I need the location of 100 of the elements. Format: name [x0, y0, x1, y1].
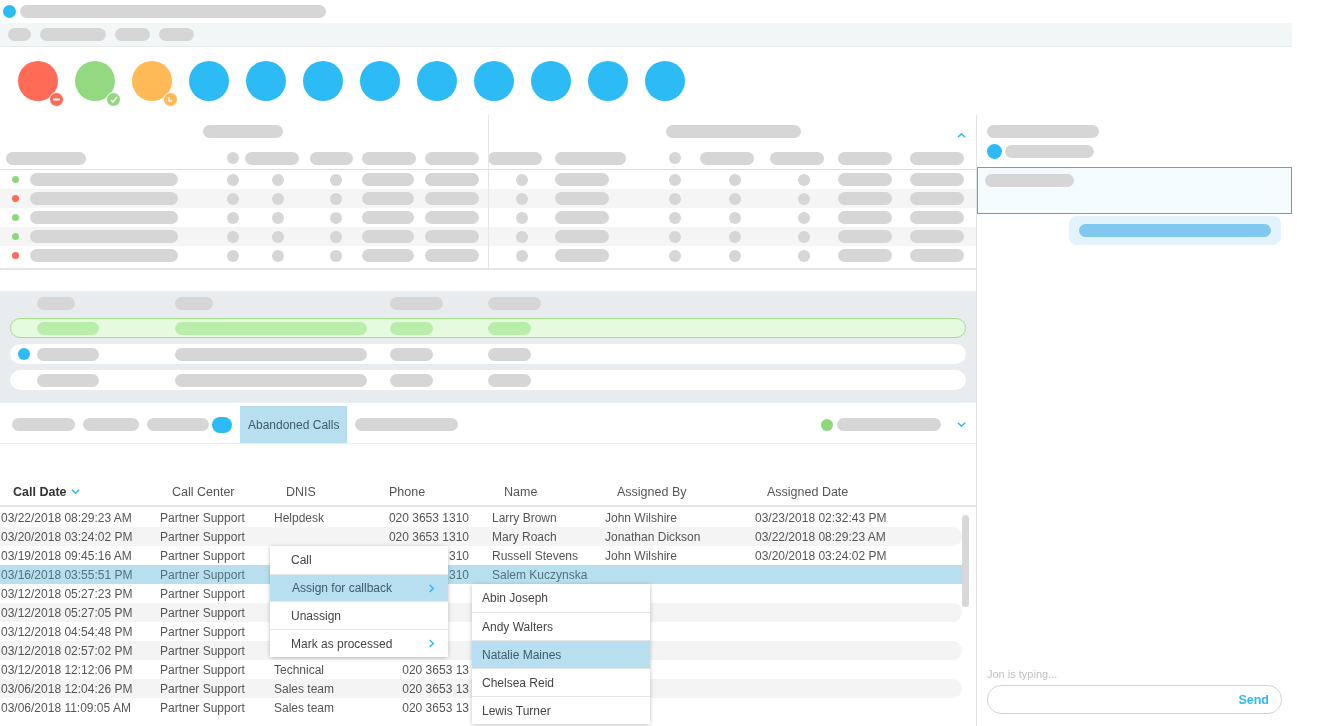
- table-cell[interactable]: 020 3653 13: [377, 662, 469, 677]
- tab[interactable]: Abandoned Calls: [240, 406, 348, 443]
- placeholder-dot: [798, 211, 810, 224]
- table-cell[interactable]: Sales team: [274, 700, 377, 715]
- menu-item[interactable]: Chelsea Reid: [472, 668, 650, 696]
- queue-row[interactable]: [10, 318, 966, 338]
- table-cell[interactable]: John Wilshire: [605, 548, 755, 563]
- table-cell[interactable]: 03/12/2018 02:57:02 PM: [1, 643, 160, 658]
- placeholder-dot: [271, 249, 284, 262]
- table-cell[interactable]: Partner Support: [160, 510, 274, 525]
- placeholder-bar: [910, 249, 964, 262]
- menu-item[interactable]: Unassign: [270, 601, 448, 629]
- table-cell[interactable]: 03/06/2018 12:04:26 PM: [1, 681, 160, 696]
- table-cell[interactable]: Partner Support: [160, 529, 274, 544]
- table-cell[interactable]: Partner Support: [160, 681, 274, 696]
- column-header[interactable]: Assigned By: [617, 484, 767, 499]
- status-dot: [821, 418, 833, 431]
- table-cell[interactable]: Helpdesk: [274, 510, 377, 525]
- placeholder-bar: [555, 230, 609, 243]
- table-cell[interactable]: 03/20/2018 03:24:02 PM: [1, 529, 160, 544]
- placeholder-bar: [147, 418, 209, 431]
- scrollbar[interactable]: [962, 515, 969, 607]
- menu-item[interactable]: Lewis Turner: [472, 696, 650, 724]
- table-cell[interactable]: Sales team: [274, 681, 377, 696]
- placeholder-bar: [838, 151, 892, 165]
- placeholder-dot: [330, 249, 342, 262]
- placeholder-bar: [40, 28, 106, 41]
- table-cell[interactable]: 03/22/2018 08:29:23 AM: [755, 529, 962, 544]
- caret-up-icon: [957, 131, 966, 140]
- table-cell[interactable]: 03/06/2018 11:09:05 AM: [1, 700, 160, 715]
- menu-item[interactable]: Mark as processed: [270, 629, 448, 657]
- avatar[interactable]: [588, 61, 628, 101]
- conversation-item[interactable]: [977, 167, 1292, 214]
- placeholder-bar: [910, 151, 964, 165]
- queue-row[interactable]: [10, 344, 966, 364]
- placeholder-bar: [362, 151, 416, 165]
- table-cell[interactable]: 020 3653 13: [377, 681, 469, 696]
- menu-item[interactable]: Call: [270, 546, 448, 574]
- placeholder-dot: [226, 173, 239, 186]
- placeholder-bar: [838, 211, 892, 224]
- placeholder-bar: [910, 211, 964, 224]
- table-cell[interactable]: 03/22/2018 08:29:23 AM: [1, 510, 160, 525]
- table-cell[interactable]: 03/19/2018 09:45:16 AM: [1, 548, 160, 563]
- placeholder-bar: [838, 192, 892, 205]
- placeholder-bar: [838, 173, 892, 186]
- table-cell[interactable]: 03/23/2018 02:32:43 PM: [755, 510, 962, 525]
- placeholder-dot: [271, 173, 284, 186]
- avatar[interactable]: [360, 61, 400, 101]
- column-header[interactable]: Name: [504, 484, 617, 499]
- table-cell[interactable]: 03/12/2018 04:54:48 PM: [1, 624, 160, 639]
- table-cell[interactable]: 03/12/2018 05:27:05 PM: [1, 605, 160, 620]
- column-header[interactable]: Assigned Date: [767, 484, 976, 499]
- table-cell[interactable]: 03/12/2018 12:12:06 PM: [1, 662, 160, 677]
- avatar[interactable]: [18, 61, 58, 101]
- table-cell[interactable]: 03/12/2018 05:27:23 PM: [1, 586, 160, 601]
- table-cell[interactable]: 020 3653 1310: [377, 510, 469, 525]
- avatar[interactable]: [645, 61, 685, 101]
- table-cell[interactable]: Larry Brown: [492, 510, 605, 525]
- placeholder-bar: [159, 28, 194, 41]
- table-cell[interactable]: 03/16/2018 03:55:51 PM: [1, 567, 160, 582]
- table-cell[interactable]: Partner Support: [160, 662, 274, 677]
- table-cell[interactable]: Jonathan Dickson: [605, 529, 755, 544]
- table-cell[interactable]: 03/20/2018 03:24:02 PM: [755, 548, 962, 563]
- avatar[interactable]: [531, 61, 571, 101]
- placeholder-dot: [515, 230, 528, 243]
- table-cell[interactable]: Salem Kuczynska: [492, 567, 605, 582]
- placeholder-bar: [83, 418, 139, 431]
- menu-item[interactable]: Abin Joseph: [472, 584, 650, 612]
- column-header[interactable]: Phone: [389, 484, 504, 499]
- placeholder-bar: [362, 230, 414, 243]
- table-cell[interactable]: Technical: [274, 662, 377, 677]
- avatar[interactable]: [75, 61, 115, 101]
- placeholder-bar: [425, 230, 479, 243]
- placeholder-bar: [362, 211, 414, 224]
- avatar[interactable]: [417, 61, 457, 101]
- menu-item[interactable]: Natalie Maines: [472, 640, 650, 668]
- menu-item[interactable]: Assign for callback: [270, 574, 448, 601]
- table-cell[interactable]: Partner Support: [160, 700, 274, 715]
- avatar[interactable]: [189, 61, 229, 101]
- column-header[interactable]: Call Center: [172, 484, 286, 499]
- table-cell[interactable]: 020 3653 13: [377, 700, 469, 715]
- column-header[interactable]: Call Date: [13, 484, 172, 499]
- table-cell[interactable]: Mary Roach: [492, 529, 605, 544]
- placeholder-bar: [37, 321, 99, 335]
- queue-row[interactable]: [10, 370, 966, 390]
- placeholder-dot: [729, 211, 741, 224]
- placeholder-dot: [330, 211, 342, 224]
- avatar[interactable]: [303, 61, 343, 101]
- avatar[interactable]: [132, 61, 172, 101]
- placeholder-bar: [425, 211, 479, 224]
- column-header[interactable]: DNIS: [286, 484, 389, 499]
- avatar[interactable]: [474, 61, 514, 101]
- table-cell[interactable]: Russell Stevens: [492, 548, 605, 563]
- placeholder-bar: [245, 151, 299, 165]
- table-cell[interactable]: 020 3653 1310: [377, 529, 469, 544]
- placeholder-dot: [669, 211, 681, 224]
- placeholder-bar: [910, 192, 964, 205]
- avatar[interactable]: [246, 61, 286, 101]
- menu-item[interactable]: Andy Walters: [472, 612, 650, 640]
- table-cell[interactable]: John Wilshire: [605, 510, 755, 525]
